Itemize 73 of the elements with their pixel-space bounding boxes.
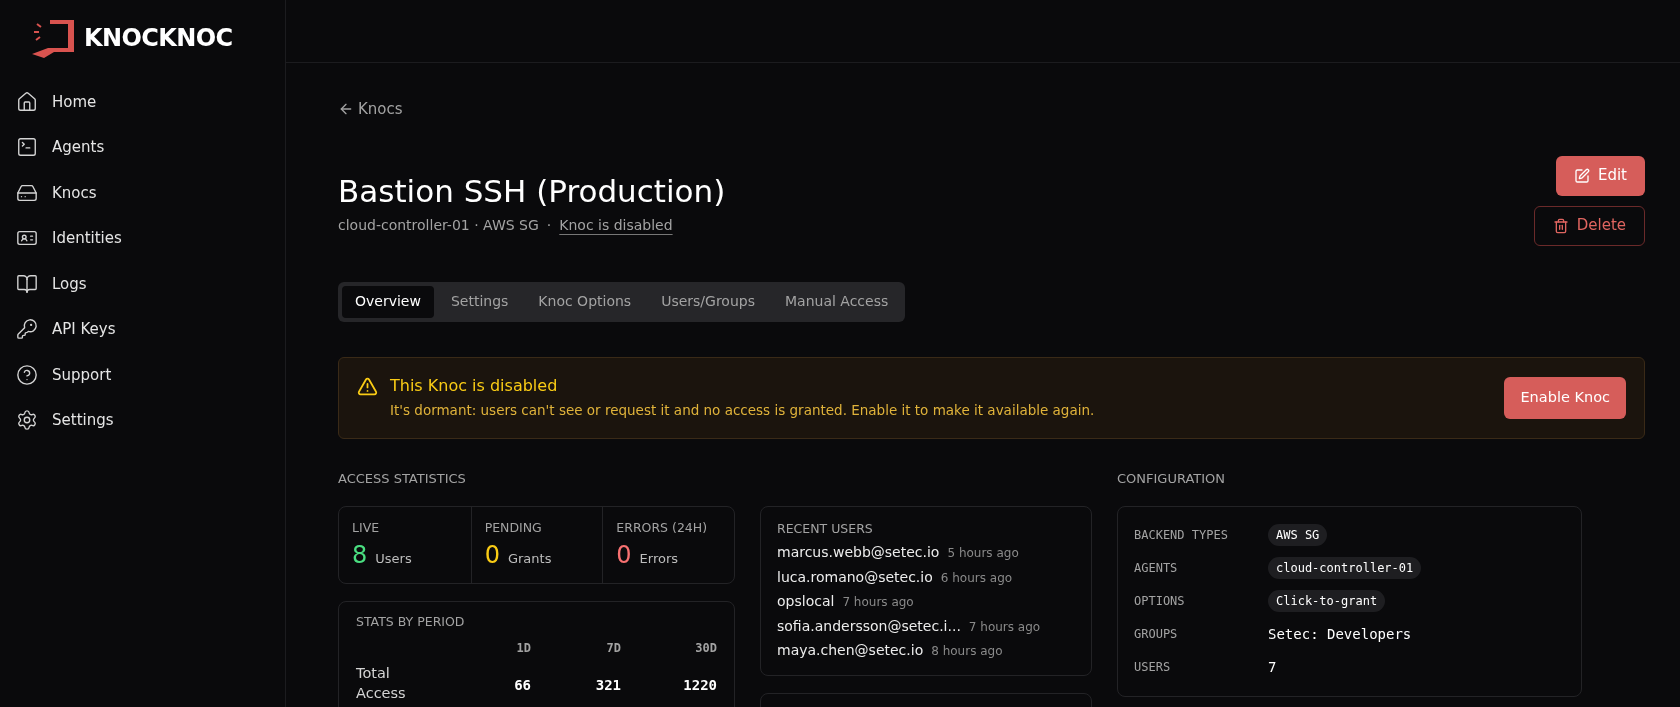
sidebar-item[interactable]: Logs [8,261,277,307]
stat-label: ERRORS (24H) [616,518,709,537]
column-header: 1D [515,640,531,658]
brand-name: KNOCKNOC [84,23,233,54]
user-email: sofia.andersson@setec.i... [777,616,961,636]
sidebar-item[interactable]: Identities [8,215,277,261]
tab[interactable]: Settings [437,285,522,318]
alert-message: It's dormant: users can't see or request it and no access is granted. Enable it to make it available again. [390,401,1095,421]
card-heading: STATS BY PERIOD [356,612,466,631]
config-tag: Click-to-grant [1268,590,1386,612]
table-cell-text: 321 [594,675,621,695]
sidebar-item[interactable]: API Keys [8,306,277,352]
config-label: GROUPS [1134,626,1179,643]
edit-icon [1573,167,1590,184]
row-label: Total Access [356,664,407,704]
sidebar-item[interactable]: Support [8,352,277,398]
user-email: marcus.webb@setec.io [777,543,940,563]
delete-button[interactable]: Delete [1533,205,1645,246]
user-email: opslocal [777,592,835,612]
stat-unit: Users [375,550,412,569]
config-tag: AWS SG [1268,524,1328,546]
stat-value: 8 [352,540,368,572]
config-label: USERS [1134,659,1172,676]
terminal-icon [16,136,38,159]
config-label: AGENTS [1134,560,1179,577]
config-label: OPTIONS [1134,593,1186,610]
table-cell-text: 66 [513,675,531,695]
user-email: maya.chen@setec.io [777,641,924,661]
stat-label: LIVE [352,518,381,537]
section-heading: ACCESS STATISTICS [338,469,467,488]
timestamp: 6 hours ago [940,569,1013,587]
timestamp: 8 hours ago [931,643,1003,661]
stat-value: 0 [484,540,500,572]
status-link[interactable]: Knoc is disabled [559,214,673,236]
warning-icon [357,376,378,398]
home-icon [16,90,38,113]
tab[interactable]: Users/Groups [648,285,768,318]
config-value: Setec: Developers [1268,624,1413,644]
sidebar-item[interactable]: Knocs [8,170,277,216]
section-heading: CONFIGURATION [1117,469,1227,488]
timestamp: 7 hours ago [968,618,1041,636]
stat-label: PENDING [484,518,543,537]
separator-dot: · [546,215,552,235]
sidebar-item[interactable]: Agents [8,124,277,170]
sidebar-item[interactable]: Settings [8,397,277,443]
tab[interactable]: Manual Access [772,285,902,318]
config-label: BACKEND TYPES [1134,527,1229,544]
book-icon [16,272,38,295]
config-value: 7 [1268,657,1278,677]
sidebar-item[interactable]: Home [8,79,277,125]
stat-value: 0 [616,540,632,572]
card-heading: RECENT USERS [777,519,874,538]
tab[interactable]: Overview [342,285,434,318]
trash-icon [1552,217,1569,234]
column-header: 7D [605,640,621,658]
key-icon [16,318,38,341]
stat-unit: Grants [507,550,552,569]
column-header: 30D [694,640,717,658]
page-title: Bastion SSH (Production) [338,171,726,211]
user-email: luca.romano@setec.io [777,567,933,587]
timestamp: 5 hours ago [947,545,1019,563]
timestamp: 7 hours ago [842,594,914,612]
config-tag: cloud-controller-01 [1268,557,1422,579]
alert-title: This Knoc is disabled [390,375,559,398]
table-cell-text: 1220 [682,675,717,695]
enable-button[interactable]: Enable Knoc [1504,376,1626,419]
edit-button[interactable]: Edit [1555,155,1645,196]
stat-unit: Errors [639,550,679,569]
tab[interactable]: Knoc Options [525,285,645,318]
help-icon [16,363,38,386]
back-link[interactable]: Knocs [338,98,403,121]
page-subtitle: cloud-controller-01 · AWS SG [338,215,539,235]
settings-icon [16,409,38,432]
